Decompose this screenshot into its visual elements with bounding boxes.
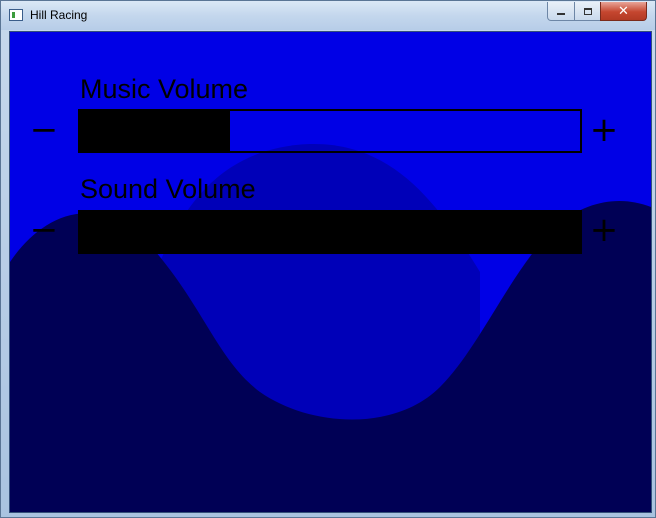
- maximize-button[interactable]: [574, 2, 601, 21]
- music-volume-label: Music Volume: [80, 74, 249, 104]
- sound-volume-bar[interactable]: [78, 210, 582, 254]
- music-volume-fill: [80, 111, 230, 151]
- sound-volume-label: Sound Volume: [80, 174, 256, 204]
- app-icon: [9, 9, 23, 21]
- minimize-icon: [557, 13, 565, 15]
- sound-volume-fill: [80, 212, 580, 252]
- close-icon: ✕: [618, 3, 629, 19]
- music-volume-bar[interactable]: [78, 109, 582, 153]
- minimize-button[interactable]: [547, 2, 575, 21]
- maximize-icon: [583, 7, 592, 15]
- close-button[interactable]: ✕: [600, 2, 647, 21]
- title-bar[interactable]: Hill Racing ✕: [1, 1, 655, 30]
- sound-decrease-button[interactable]: −: [30, 213, 59, 247]
- app-window: Hill Racing ✕ Music Volume − + Sound Vol…: [0, 0, 656, 518]
- music-decrease-button[interactable]: −: [30, 113, 59, 147]
- music-increase-button[interactable]: +: [590, 113, 619, 147]
- window-title: Hill Racing: [30, 8, 88, 22]
- game-canvas[interactable]: Music Volume − + Sound Volume − +: [9, 31, 652, 513]
- sound-increase-button[interactable]: +: [590, 213, 619, 247]
